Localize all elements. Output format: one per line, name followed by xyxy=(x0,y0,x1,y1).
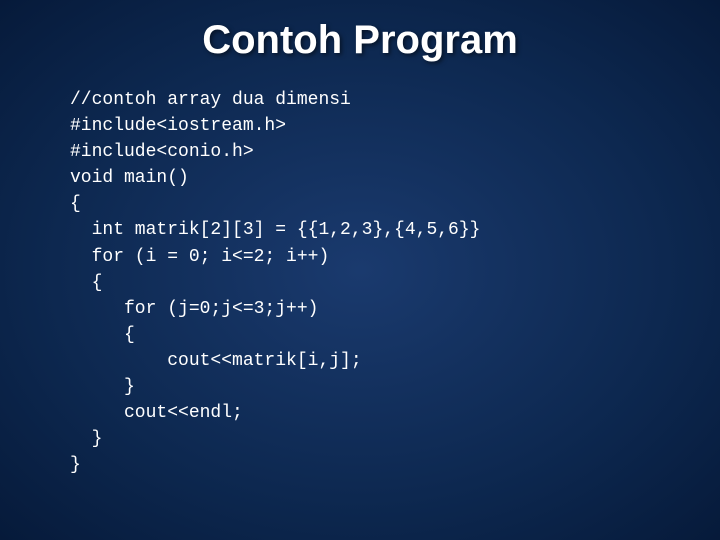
slide: Contoh Program //contoh array dua dimens… xyxy=(0,0,720,540)
slide-title: Contoh Program xyxy=(40,18,680,63)
code-block: //contoh array dua dimensi #include<iost… xyxy=(40,87,680,478)
